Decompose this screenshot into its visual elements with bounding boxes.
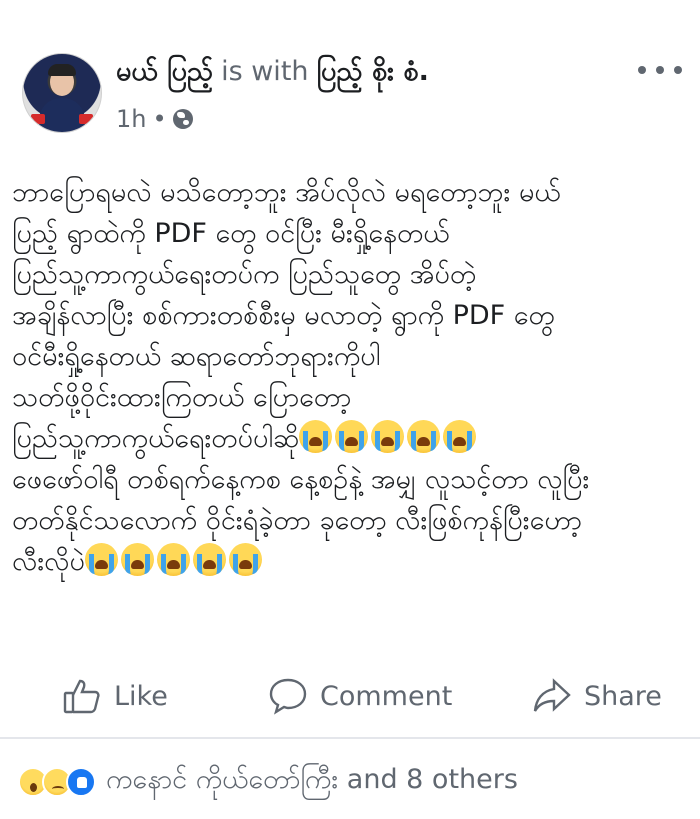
comment-label: Comment bbox=[320, 680, 453, 712]
crying-face-icon bbox=[192, 543, 226, 576]
comment-bubble-icon bbox=[269, 678, 307, 715]
tagged-person-name[interactable]: ပြည့် စိုး စံ. bbox=[317, 56, 429, 87]
post-text-line: ဝင်မီးရှို့နေတယ် ဆရာတော်ဘုရားကိုပါ bbox=[12, 341, 381, 372]
post-text-line: ဘာပြောရမလဲ မသိတော့ဘူး အိပ်လိုလဲ မရတော့ဘူ… bbox=[12, 177, 561, 208]
post-text-line: သတ်ဖို့ဝိုင်းထားကြတယ် ပြောတော့ bbox=[12, 382, 352, 413]
post-text-line: ပြည့် ရွာထဲကို PDF တွေ ဝင်ပြီး မီးရှို့န… bbox=[12, 218, 450, 249]
crying-face-icon bbox=[443, 420, 477, 453]
post-timestamp[interactable]: 1h bbox=[116, 102, 146, 136]
reaction-summary[interactable]: ကနောင် ကိုယ်တော်ကြီး and 8 others bbox=[18, 760, 518, 804]
divider bbox=[0, 737, 700, 739]
more-dot-icon bbox=[656, 66, 664, 74]
like-label: Like bbox=[114, 680, 168, 712]
post-text-line: အချိန်လာပြီး စစ်ကားတစ်စီးမှ မလာတဲ့ ရွာကိ… bbox=[12, 300, 555, 331]
crying-face-icon bbox=[84, 543, 118, 576]
crying-face-icon bbox=[407, 420, 441, 453]
post-text: ဘာပြောရမလဲ မသိတော့ဘူး အိပ်လိုလဲ မရတော့ဘူ… bbox=[12, 172, 688, 582]
reaction-icons bbox=[18, 767, 96, 797]
post-text-line-with-emoji: လီးလိုပဲ bbox=[12, 541, 688, 582]
post-action-bar: Like Comment Share bbox=[0, 666, 700, 726]
avatar-badge-left bbox=[31, 114, 45, 124]
post-header: မယ် ပြည့် is with ပြည့် စိုး စံ. 1h • bbox=[0, 0, 700, 150]
more-dot-icon bbox=[674, 66, 682, 74]
post-text-line: တတ်နိုင်သလောက် ဝိုင်းရံခဲ့တာ ခုတော့ လီးဖ… bbox=[12, 505, 582, 536]
avatar-badge-right bbox=[79, 114, 93, 124]
reaction-summary-text: ကနောင် ကိုယ်တော်ကြီး and 8 others bbox=[106, 764, 518, 795]
post-text-line: ပြည်သူ့ကာကွယ်ရေးတပ်က ပြည်သူတွေ အိပ်တဲ့ bbox=[12, 259, 477, 290]
more-dot-icon bbox=[638, 66, 646, 74]
thumbs-up-icon bbox=[63, 679, 100, 714]
more-options-button[interactable] bbox=[638, 56, 682, 84]
globe-icon[interactable] bbox=[172, 109, 193, 129]
meta-separator: • bbox=[152, 105, 167, 133]
comment-button[interactable]: Comment bbox=[268, 666, 452, 726]
avatar-hair bbox=[48, 64, 76, 76]
author-name[interactable]: မယ် ပြည့် bbox=[116, 56, 213, 87]
author-avatar[interactable] bbox=[22, 53, 102, 133]
post-text-line-with-emoji: ပြည်သူ့ကာကွယ်ရေးတပ်ပါဆို bbox=[12, 418, 688, 459]
post-text-segment: လီးလိုပဲ bbox=[12, 546, 85, 577]
post-text-segment: ပြည်သူ့ကာကွယ်ရေးတပ်ပါဆို bbox=[12, 423, 300, 454]
share-arrow-icon bbox=[533, 678, 571, 712]
crying-face-icon bbox=[228, 543, 262, 576]
crying-face-icon bbox=[299, 420, 333, 453]
like-button[interactable]: Like bbox=[62, 666, 168, 726]
share-button[interactable]: Share bbox=[532, 666, 662, 726]
post-text-line: ဖေဖော်ဝါရီ တစ်ရက်နေ့ကစ နေ့စဉ်နဲ့ အမျှ လူ… bbox=[12, 464, 590, 495]
like-reaction-icon bbox=[66, 767, 96, 797]
share-label: Share bbox=[584, 680, 662, 712]
post-meta: 1h • bbox=[116, 102, 193, 136]
author-line: မယ် ပြည့် is with ပြည့် စိုး စံ. bbox=[116, 52, 429, 92]
with-text: is with bbox=[221, 56, 309, 87]
crying-face-icon bbox=[156, 543, 190, 576]
crying-face-icon bbox=[120, 543, 154, 576]
crying-face-icon bbox=[371, 420, 405, 453]
crying-face-icon bbox=[335, 420, 369, 453]
